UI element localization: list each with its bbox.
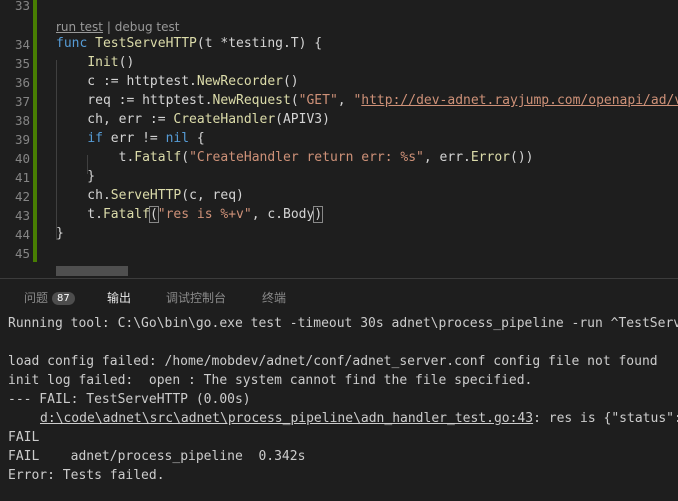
code-token: (t *testing.T) {: [196, 36, 323, 51]
output-line: d:\code\adnet\src\adnet\process_pipeline…: [40, 411, 678, 426]
code-line: }: [56, 169, 95, 184]
code-token: req := httptest.: [56, 93, 213, 108]
line-number: 38: [14, 113, 30, 128]
code-line: ch.ServeHTTP(c, req): [56, 188, 244, 203]
output-line: --- FAIL: TestServeHTTP (0.00s): [8, 392, 251, 407]
code-token: c := httptest.: [56, 74, 197, 89]
code-token: ): [313, 206, 324, 223]
line-number: 45: [14, 246, 30, 261]
codelens: run test | debug test: [56, 20, 179, 34]
output-line-text: : res is {"status":-: [533, 411, 678, 426]
line-number: 33: [14, 0, 30, 13]
modified-lines-indicator: [33, 0, 37, 262]
code-token: "GET": [298, 93, 338, 108]
code-token: http://dev-adnet.rayjump.com/openapi/ad/…: [361, 93, 678, 108]
line-number: 34: [14, 37, 30, 52]
file-location-link[interactable]: d:\code\adnet\src\adnet\process_pipeline…: [40, 411, 533, 426]
code-token: }: [56, 169, 96, 184]
code-token: (: [181, 150, 190, 165]
code-token: Fatalf: [102, 207, 150, 222]
code-token: NewRequest: [212, 93, 291, 108]
code-token: (): [118, 55, 135, 70]
code-line: Init(): [56, 55, 134, 70]
code-token: (: [290, 93, 299, 108]
code-token: Error: [470, 150, 510, 165]
output-line: Running tool: C:\Go\bin\go.exe test -tim…: [8, 316, 678, 331]
code-token: "res is %+v": [157, 207, 252, 222]
problems-count-badge: 87: [52, 292, 75, 305]
tab-terminal-label: 终端: [262, 291, 287, 305]
code-token: ch, err :=: [56, 112, 174, 127]
line-number: 43: [14, 208, 30, 223]
code-token: func: [56, 36, 88, 51]
output-line: FAIL adnet/process_pipeline 0.342s: [8, 449, 306, 464]
code-line: if err != nil {: [56, 131, 205, 146]
code-token: (: [148, 206, 159, 223]
tab-terminal[interactable]: 终端: [262, 289, 286, 306]
horizontal-scrollbar[interactable]: [56, 266, 128, 276]
panel-tabs: 问题 87 输出 调试控制台 终端: [0, 279, 678, 315]
code-token: ch.: [56, 188, 111, 203]
code-token: Fatalf: [134, 150, 182, 165]
code-line: req := httptest.NewRequest("GET", "http:…: [56, 93, 678, 108]
line-number: 36: [14, 75, 30, 90]
code-token: ()): [510, 150, 534, 165]
code-token: err !=: [102, 131, 166, 146]
code-token: t.: [56, 207, 103, 222]
code-line: ch, err := CreateHandler(APIV3): [56, 112, 330, 127]
code-token: (c, req): [181, 188, 244, 203]
code-line: t.Fatalf("CreateHandler return err: %s",…: [56, 150, 534, 165]
code-token: , c.Body: [251, 207, 315, 222]
code-token: CreateHandler: [173, 112, 276, 127]
line-number: 39: [14, 132, 30, 147]
debug-test-link[interactable]: debug test: [115, 20, 180, 34]
code-editor[interactable]: 33 34 35 36 37 38 39 40 41 42 43 44 45 run test | de…: [0, 0, 678, 278]
bottom-panel: 问题 87 输出 调试控制台 终端 Running tool: C:\Go\bin…: [0, 278, 678, 501]
line-number: 41: [14, 170, 30, 185]
code-line: func TestServeHTTP(t *testing.T) {: [56, 36, 322, 51]
code-token: (APIV3): [275, 112, 330, 127]
code-token: ServeHTTP: [110, 188, 182, 203]
line-number: 44: [14, 227, 30, 242]
tab-problems-label: 问题: [24, 291, 49, 305]
tab-debug-console-label: 调试控制台: [166, 291, 227, 305]
code-token: (): [282, 74, 299, 89]
tab-debug-console[interactable]: 调试控制台: [166, 289, 226, 306]
run-test-link[interactable]: run test: [56, 20, 103, 34]
output-line: FAIL: [8, 430, 40, 445]
line-number: 35: [14, 56, 30, 71]
code-token: {: [189, 131, 205, 146]
output-line: Error: Tests failed.: [8, 468, 165, 483]
output-line: load config failed: /home/mobdev/adnet/c…: [8, 354, 658, 369]
code-line: c := httptest.NewRecorder(): [56, 74, 299, 89]
code-token: if: [87, 131, 103, 146]
output-line: init log failed: open : The system canno…: [8, 373, 533, 388]
code-token: Init: [87, 55, 119, 70]
code-line: }: [56, 226, 64, 241]
line-number: 37: [14, 94, 30, 109]
code-token: nil: [165, 131, 190, 146]
line-number: 40: [14, 151, 30, 166]
code-token: "CreateHandler return err: %s": [189, 150, 424, 165]
tab-output-label: 输出: [107, 291, 132, 305]
code-token: TestServeHTTP: [95, 36, 197, 51]
code-token: t.: [56, 150, 135, 165]
tab-output[interactable]: 输出: [107, 289, 131, 306]
code-token: }: [56, 226, 64, 241]
line-number: 42: [14, 189, 30, 204]
codelens-separator: |: [106, 20, 111, 34]
code-line: t.Fatalf("res is %+v", c.Body): [56, 206, 324, 223]
tab-problems[interactable]: 问题 87: [24, 289, 75, 306]
code-token: ,: [337, 93, 354, 108]
code-token: NewRecorder: [196, 74, 283, 89]
code-token: , err.: [423, 150, 471, 165]
